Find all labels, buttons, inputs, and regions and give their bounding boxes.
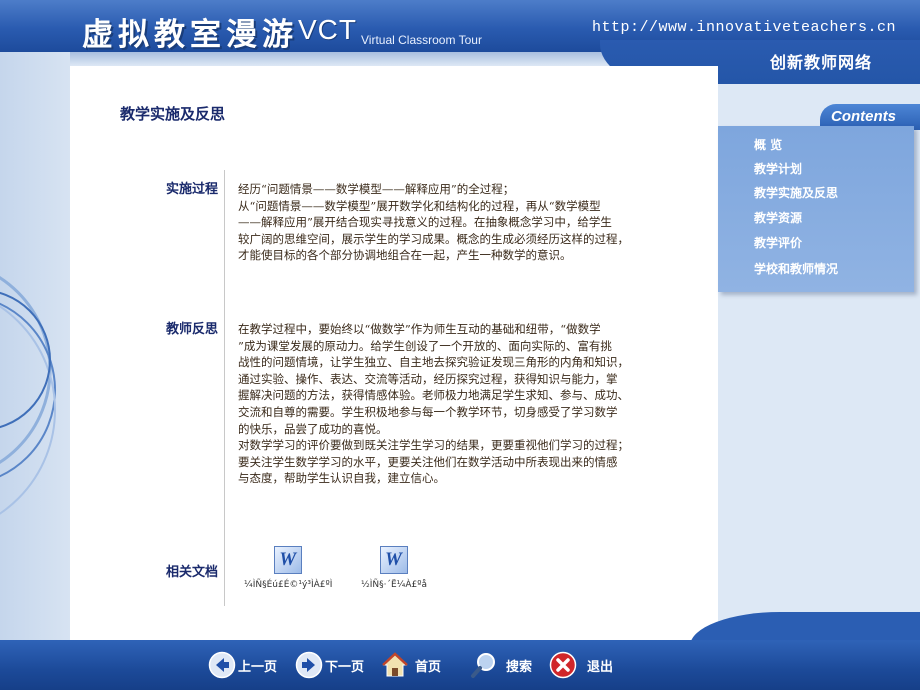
menu-item-teaching-plan[interactable]: 教学计划: [754, 160, 802, 177]
exit-button[interactable]: 退出: [549, 650, 613, 680]
exit-label: 退出: [587, 659, 614, 675]
search-icon: [470, 651, 498, 679]
footer-bar: [0, 640, 920, 690]
app-title-abbr: VCT: [298, 14, 357, 45]
prev-page-label: 上一页: [238, 659, 278, 675]
home-button[interactable]: 首页: [381, 650, 441, 680]
document-link[interactable]: W ½ÌÑ§·´Ë¼À£ºå: [361, 546, 427, 590]
process-paragraph: 经历“问题情景——数学模型——解释应用”的全过程； 从“问题情景——数学模型”展…: [238, 182, 629, 263]
section-divider: [224, 170, 225, 606]
next-page-button[interactable]: 下一页: [295, 650, 364, 680]
home-icon: [381, 651, 409, 679]
section-label-documents: 相关文档: [165, 565, 218, 580]
document-name: ¼ÌÑ§Éú£É©¹ý³ÌÀ£ºÌ: [244, 580, 333, 590]
contents-tab-label: Contents: [831, 108, 896, 125]
app-title: 虚拟教室漫游: [82, 17, 298, 53]
contents-menu: 概 览 教学计划 教学实施及反思 教学资源 教学评价 学校和教师情况: [718, 126, 914, 292]
reflection-paragraph: 在教学过程中，要始终以“做数学”作为师生互动的基础和纽带，“做数学 ”成为课堂发…: [238, 322, 629, 486]
orbit-rings-decoration: [0, 170, 70, 610]
next-page-label: 下一页: [325, 659, 365, 675]
section-label-reflection: 教师反思: [165, 322, 218, 337]
close-icon: [549, 651, 577, 679]
word-document-icon: W: [274, 546, 303, 574]
menu-item-school-teacher[interactable]: 学校和教师情况: [754, 260, 838, 277]
home-label: 首页: [415, 659, 442, 675]
document-link[interactable]: W ¼ÌÑ§Éú£É©¹ý³ÌÀ£ºÌ: [244, 546, 332, 590]
site-url[interactable]: http://www.innovativeteachers.cn: [592, 19, 896, 36]
search-label: 搜索: [506, 659, 533, 675]
menu-item-resources[interactable]: 教学资源: [754, 209, 802, 226]
page-title: 教学实施及反思: [120, 105, 226, 123]
search-button[interactable]: 搜索: [470, 650, 532, 680]
section-label-process: 实施过程: [165, 182, 218, 197]
menu-item-overview[interactable]: 概 览: [754, 136, 782, 153]
prev-page-button[interactable]: 上一页: [208, 650, 277, 680]
word-document-icon: W: [380, 546, 409, 574]
menu-item-evaluation[interactable]: 教学评价: [754, 234, 802, 251]
site-name: 创新教师网络: [770, 53, 873, 72]
arrow-right-icon: [295, 651, 323, 679]
section-text-reflection: 在教学过程中，要始终以“做数学”作为师生互动的基础和纽带，“做数学 ”成为课堂发…: [238, 321, 690, 487]
app-subtitle: Virtual Classroom Tour: [361, 33, 482, 47]
arrow-left-icon: [208, 651, 236, 679]
section-text-process: 经历“问题情景——数学模型——解释应用”的全过程； 从“问题情景——数学模型”展…: [238, 181, 690, 264]
menu-item-implementation[interactable]: 教学实施及反思: [754, 184, 838, 201]
header-shadow: [0, 52, 620, 66]
document-name: ½ÌÑ§·´Ë¼À£ºå: [361, 580, 428, 590]
